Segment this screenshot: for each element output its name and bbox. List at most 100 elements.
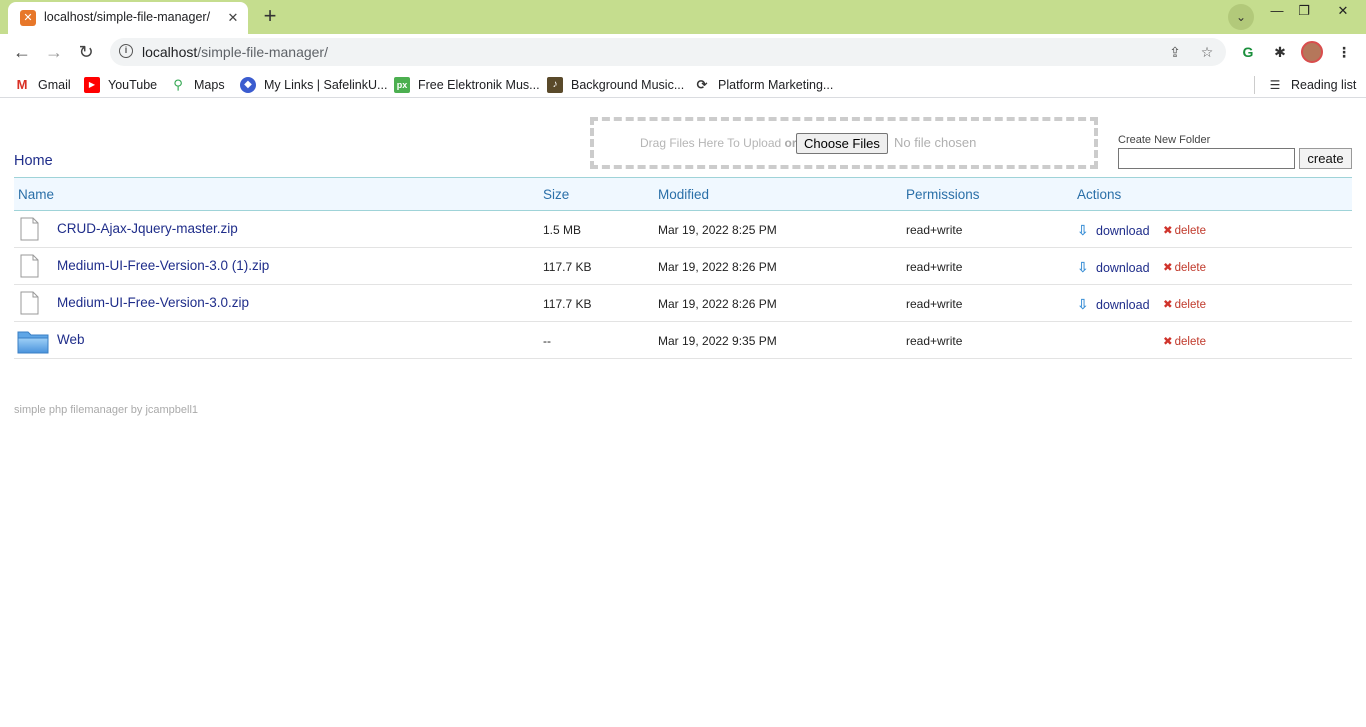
bookmark-gmail[interactable]: M Gmail bbox=[14, 76, 71, 94]
address-bar[interactable]: i localhost/simple-file-manager/ ⇪ ☆ bbox=[110, 38, 1226, 66]
reload-button[interactable]: ↻ bbox=[74, 40, 98, 64]
reading-list-label: Reading list bbox=[1291, 78, 1357, 92]
download-arrow-icon: ⇩ bbox=[1077, 222, 1089, 238]
delete-x-icon: ✖ bbox=[1163, 299, 1173, 311]
reading-list-icon: ☰ bbox=[1267, 77, 1283, 93]
table-row: Medium-UI-Free-Version-3.0 (1).zip 117.7… bbox=[14, 248, 1352, 285]
back-button[interactable]: ← bbox=[10, 40, 34, 64]
bookmark-safelink[interactable]: ◆ My Links | SafelinkU... bbox=[240, 76, 387, 94]
bookmark-label: Background Music... bbox=[571, 78, 685, 92]
upload-dropzone[interactable]: Drag Files Here To Upload or Choose File… bbox=[590, 117, 1098, 169]
file-modified: Mar 19, 2022 8:26 PM bbox=[658, 297, 777, 311]
folder-name-link[interactable]: Web bbox=[57, 332, 85, 347]
table-header: Name Size Modified Permissions Actions bbox=[14, 177, 1352, 211]
column-permissions[interactable]: Permissions bbox=[906, 187, 980, 202]
bookmark-youtube[interactable]: ▶ YouTube bbox=[84, 76, 157, 94]
bookmark-label: Free Elektronik Mus... bbox=[418, 78, 540, 92]
file-permissions: read+write bbox=[906, 260, 963, 274]
forward-button[interactable]: → bbox=[42, 40, 66, 64]
window-close-button[interactable]: ✕ bbox=[1320, 0, 1366, 22]
close-icon[interactable]: ✕ bbox=[224, 9, 242, 27]
file-name-link[interactable]: Medium-UI-Free-Version-3.0 (1).zip bbox=[57, 258, 269, 273]
bookmark-label: YouTube bbox=[108, 78, 158, 92]
download-link[interactable]: ⇩ download bbox=[1077, 222, 1150, 239]
reading-list-button[interactable]: ☰ Reading list bbox=[1267, 76, 1356, 94]
column-modified[interactable]: Modified bbox=[658, 187, 709, 202]
safelink-icon: ◆ bbox=[240, 77, 256, 93]
dropzone-text: Drag Files Here To Upload or bbox=[640, 136, 797, 150]
column-size[interactable]: Size bbox=[543, 187, 569, 202]
download-link[interactable]: ⇩ download bbox=[1077, 296, 1150, 313]
download-label: download bbox=[1096, 223, 1150, 238]
delete-link[interactable]: ✖ delete bbox=[1163, 223, 1206, 237]
bookmarks-divider bbox=[1254, 76, 1255, 94]
file-icon bbox=[20, 217, 39, 241]
table-row: CRUD-Ajax-Jquery-master.zip 1.5 MB Mar 1… bbox=[14, 211, 1352, 248]
bookmark-label: My Links | SafelinkU... bbox=[264, 78, 388, 92]
share-icon[interactable]: ⇪ bbox=[1166, 43, 1184, 61]
file-size: 117.7 KB bbox=[543, 260, 592, 274]
file-permissions: read+write bbox=[906, 334, 963, 348]
download-arrow-icon: ⇩ bbox=[1077, 296, 1089, 312]
avatar[interactable] bbox=[1301, 41, 1323, 63]
choose-files-button[interactable]: Choose Files bbox=[796, 133, 888, 154]
delete-link[interactable]: ✖ delete bbox=[1163, 297, 1206, 311]
file-manager-page: Home Drag Files Here To Upload or Choose… bbox=[0, 99, 1366, 727]
file-size: 117.7 KB bbox=[543, 297, 592, 311]
file-name-link[interactable]: Medium-UI-Free-Version-3.0.zip bbox=[57, 295, 249, 310]
file-size: -- bbox=[543, 334, 551, 348]
file-modified: Mar 19, 2022 8:26 PM bbox=[658, 260, 777, 274]
delete-label: delete bbox=[1174, 299, 1206, 311]
maps-icon: ⚲ bbox=[170, 77, 186, 93]
file-name-link[interactable]: CRUD-Ajax-Jquery-master.zip bbox=[57, 221, 238, 236]
music-icon: ♪ bbox=[547, 77, 563, 93]
footer-credit: simple php filemanager by jcampbell1 bbox=[14, 404, 199, 416]
folder-icon bbox=[17, 331, 49, 354]
delete-label: delete bbox=[1174, 225, 1206, 237]
delete-x-icon: ✖ bbox=[1163, 262, 1173, 274]
bookmark-label: Platform Marketing... bbox=[718, 78, 834, 92]
star-icon[interactable]: ☆ bbox=[1198, 43, 1216, 61]
menu-kebab-icon[interactable]: ⋮ bbox=[1334, 42, 1354, 62]
xampp-favicon-icon: ✕ bbox=[20, 10, 36, 26]
delete-link[interactable]: ✖ delete bbox=[1163, 260, 1206, 274]
delete-label: delete bbox=[1174, 336, 1206, 348]
file-size: 1.5 MB bbox=[543, 223, 582, 237]
create-folder-label: Create New Folder bbox=[1118, 134, 1211, 146]
file-permissions: read+write bbox=[906, 297, 963, 311]
delete-x-icon: ✖ bbox=[1163, 336, 1173, 348]
file-table: Name Size Modified Permissions Actions C… bbox=[14, 177, 1352, 359]
delete-label: delete bbox=[1174, 262, 1206, 274]
breadcrumb[interactable]: Home bbox=[14, 153, 53, 169]
delete-x-icon: ✖ bbox=[1163, 225, 1173, 237]
youtube-icon: ▶ bbox=[84, 77, 100, 93]
new-tab-button[interactable]: + bbox=[256, 4, 284, 30]
table-row: Web -- Mar 19, 2022 9:35 PM read+write ✖… bbox=[14, 322, 1352, 359]
no-file-chosen-text: No file chosen bbox=[894, 135, 977, 150]
bookmark-elektronik[interactable]: px Free Elektronik Mus... bbox=[394, 76, 540, 94]
file-modified: Mar 19, 2022 9:35 PM bbox=[658, 334, 777, 348]
bookmark-label: Maps bbox=[194, 78, 225, 92]
column-actions: Actions bbox=[1077, 187, 1122, 202]
bookmark-platform-marketing[interactable]: ⟳ Platform Marketing... bbox=[694, 76, 833, 94]
download-link[interactable]: ⇩ download bbox=[1077, 259, 1150, 276]
translate-extension-icon[interactable]: G bbox=[1238, 42, 1258, 62]
extensions-puzzle-icon[interactable]: ✱ bbox=[1270, 42, 1290, 62]
bookmark-background-music[interactable]: ♪ Background Music... bbox=[547, 76, 684, 94]
info-icon[interactable]: i bbox=[119, 44, 133, 58]
file-modified: Mar 19, 2022 8:25 PM bbox=[658, 223, 777, 237]
bookmarks-bar: M Gmail ▶ YouTube ⚲ Maps ◆ My Links | Sa… bbox=[0, 70, 1366, 98]
gmail-icon: M bbox=[14, 77, 30, 93]
bookmark-maps[interactable]: ⚲ Maps bbox=[170, 76, 225, 94]
download-label: download bbox=[1096, 297, 1150, 312]
new-folder-input[interactable] bbox=[1118, 148, 1295, 169]
download-arrow-icon: ⇩ bbox=[1077, 259, 1089, 275]
toolbar: ← → ↻ i localhost/simple-file-manager/ ⇪… bbox=[0, 34, 1366, 70]
delete-link[interactable]: ✖ delete bbox=[1163, 334, 1206, 348]
url-text[interactable]: localhost/simple-file-manager/ bbox=[142, 44, 328, 60]
tab-search-chevron-down-icon[interactable]: ⌄ bbox=[1228, 4, 1254, 30]
browser-tab[interactable]: ✕ localhost/simple-file-manager/ ✕ bbox=[8, 2, 248, 34]
column-name[interactable]: Name bbox=[18, 187, 54, 202]
create-folder-button[interactable]: create bbox=[1299, 148, 1352, 169]
px-icon: px bbox=[394, 77, 410, 93]
